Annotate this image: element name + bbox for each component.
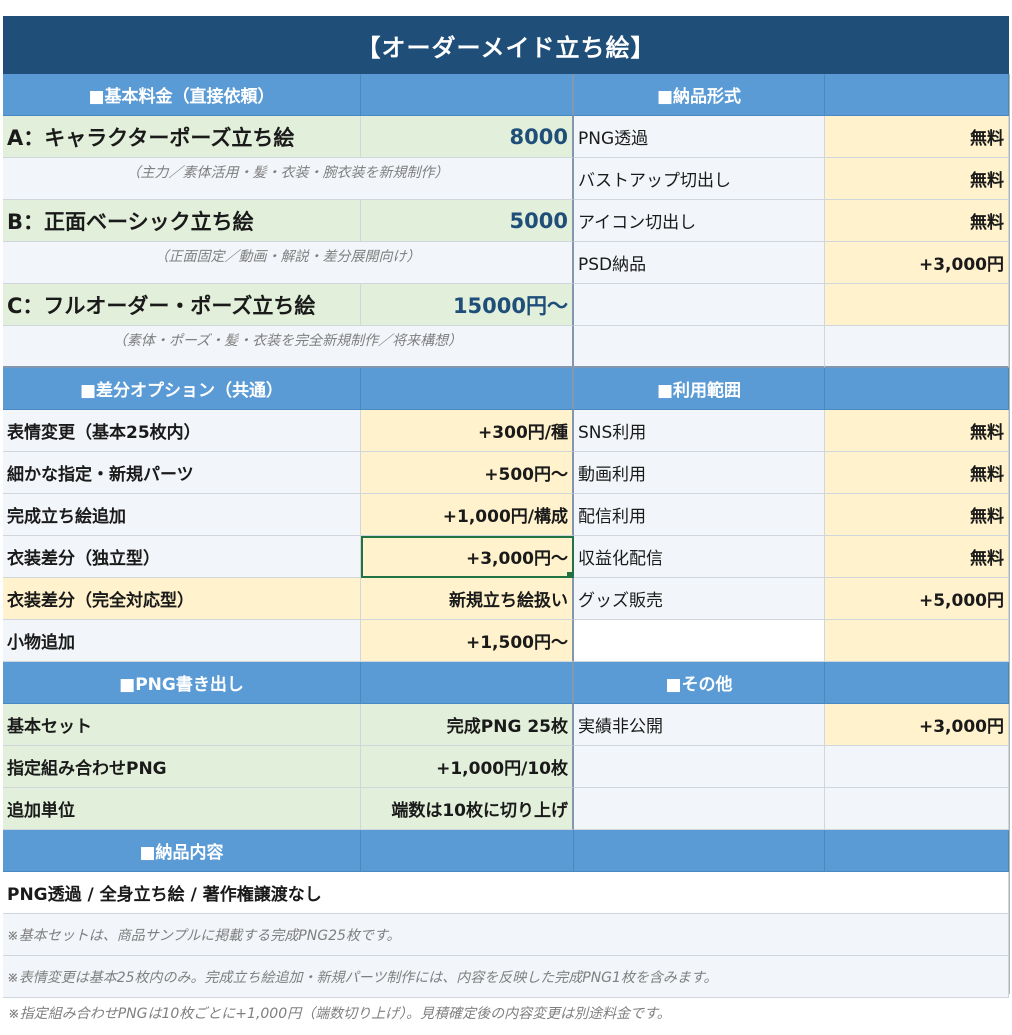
other-item-price[interactable]: +3,000円 <box>825 704 1009 746</box>
diff-item-label[interactable]: 完成立ち絵追加 <box>3 494 361 536</box>
cell[interactable] <box>574 284 825 326</box>
png-item-value[interactable]: 端数は10枚に切り上げ <box>361 788 574 830</box>
cell[interactable] <box>361 830 574 872</box>
delivery-item-price[interactable]: 無料 <box>825 158 1009 200</box>
cell[interactable] <box>574 746 825 788</box>
price-sheet: 【オーダーメイド立ち絵】 ■基本料金（直接依頼） ■納品形式 A：キャラクターポ… <box>3 16 1009 998</box>
cell[interactable] <box>574 326 825 368</box>
contents-header[interactable]: ■納品内容 <box>3 830 361 872</box>
basic-item-c-note[interactable]: （素体・ポーズ・髪・衣装を完全新規制作／将来構想） <box>3 326 574 368</box>
delivery-item-label[interactable]: バストアップ切出し <box>574 158 825 200</box>
contents-note[interactable]: ※基本セットは、商品サンプルに掲載する完成PNG25枚です。 <box>3 914 1009 956</box>
usage-item-label[interactable]: 配信利用 <box>574 494 825 536</box>
usage-item-price[interactable]: +5,000円 <box>825 578 1009 620</box>
cell[interactable] <box>574 788 825 830</box>
diff-item-price[interactable]: +1,500円〜 <box>361 620 574 662</box>
diff-item-price[interactable]: +1,000円/構成 <box>361 494 574 536</box>
delivery-item-label[interactable]: アイコン切出し <box>574 200 825 242</box>
diff-header[interactable]: ■差分オプション（共通） <box>3 368 361 410</box>
cell[interactable] <box>825 284 1009 326</box>
cell[interactable] <box>825 830 1009 872</box>
png-item-value[interactable]: 完成PNG 25枚 <box>361 704 574 746</box>
price-grid: ■基本料金（直接依頼） ■納品形式 A：キャラクターポーズ立ち絵 8000 PN… <box>3 74 1009 998</box>
png-item-label[interactable]: 基本セット <box>3 704 361 746</box>
basic-header[interactable]: ■基本料金（直接依頼） <box>3 74 361 116</box>
footer-note: ※指定組み合わせPNGは10枚ごとに+1,000円（端数切り上げ）。見積確定後の… <box>8 1006 671 1022</box>
diff-item-label[interactable]: 表情変更（基本25枚内） <box>3 410 361 452</box>
png-item-label[interactable]: 追加単位 <box>3 788 361 830</box>
other-header[interactable]: ■その他 <box>574 662 825 704</box>
png-item-label[interactable]: 指定組み合わせPNG <box>3 746 361 788</box>
diff-item-price[interactable]: +300円/種 <box>361 410 574 452</box>
cell[interactable] <box>574 830 825 872</box>
diff-item-price-selected[interactable]: +3,000円〜 <box>361 536 574 578</box>
png-header[interactable]: ■PNG書き出し <box>3 662 361 704</box>
other-item-label[interactable]: 実績非公開 <box>574 704 825 746</box>
diff-item-label[interactable]: 小物追加 <box>3 620 361 662</box>
usage-item-price[interactable]: 無料 <box>825 494 1009 536</box>
basic-item-c-price[interactable]: 15000円〜 <box>361 284 574 326</box>
cell[interactable] <box>825 74 1009 116</box>
usage-item-price[interactable]: 無料 <box>825 536 1009 578</box>
cell[interactable] <box>825 326 1009 368</box>
basic-item-b-note[interactable]: （正面固定／動画・解説・差分展開向け） <box>3 242 574 284</box>
contents-main[interactable]: PNG透過 / 全身立ち絵 / 著作権譲渡なし <box>3 872 1009 914</box>
cell[interactable] <box>361 368 574 410</box>
basic-item-b-label[interactable]: B：正面ベーシック立ち絵 <box>3 200 361 242</box>
basic-item-a-note[interactable]: （主力／素体活用・髪・衣装・腕衣装を新規制作） <box>3 158 574 200</box>
sheet-title[interactable]: 【オーダーメイド立ち絵】 <box>3 16 1009 74</box>
diff-item-price[interactable]: +500円〜 <box>361 452 574 494</box>
diff-item-label[interactable]: 衣装差分（完全対応型） <box>3 578 361 620</box>
usage-header[interactable]: ■利用範囲 <box>574 368 825 410</box>
delivery-item-price[interactable]: +3,000円 <box>825 242 1009 284</box>
cell[interactable] <box>825 620 1009 662</box>
sheet-shadow <box>1009 74 1010 994</box>
delivery-item-label[interactable]: PSD納品 <box>574 242 825 284</box>
basic-item-c-label[interactable]: C：フルオーダー・ポーズ立ち絵 <box>3 284 361 326</box>
delivery-item-price[interactable]: 無料 <box>825 116 1009 158</box>
cell[interactable] <box>825 788 1009 830</box>
delivery-item-label[interactable]: PNG透過 <box>574 116 825 158</box>
diff-item-label[interactable]: 衣装差分（独立型） <box>3 536 361 578</box>
cell[interactable] <box>825 662 1009 704</box>
usage-item-price[interactable]: 無料 <box>825 410 1009 452</box>
usage-item-label[interactable]: 動画利用 <box>574 452 825 494</box>
cell[interactable] <box>574 620 825 662</box>
basic-item-b-price[interactable]: 5000 <box>361 200 574 242</box>
cell[interactable] <box>361 74 574 116</box>
usage-item-label[interactable]: 収益化配信 <box>574 536 825 578</box>
diff-item-price[interactable]: 新規立ち絵扱い <box>361 578 574 620</box>
usage-item-label[interactable]: グッズ販売 <box>574 578 825 620</box>
png-item-value[interactable]: +1,000円/10枚 <box>361 746 574 788</box>
basic-item-a-price[interactable]: 8000 <box>361 116 574 158</box>
cell[interactable] <box>361 662 574 704</box>
delivery-item-price[interactable]: 無料 <box>825 200 1009 242</box>
usage-item-price[interactable]: 無料 <box>825 452 1009 494</box>
cell[interactable] <box>825 746 1009 788</box>
basic-item-a-label[interactable]: A：キャラクターポーズ立ち絵 <box>3 116 361 158</box>
diff-item-label[interactable]: 細かな指定・新規パーツ <box>3 452 361 494</box>
delivery-format-header[interactable]: ■納品形式 <box>574 74 825 116</box>
contents-note[interactable]: ※表情変更は基本25枚内のみ。完成立ち絵追加・新規パーツ制作には、内容を反映した… <box>3 956 1009 998</box>
cell[interactable] <box>825 368 1009 410</box>
usage-item-label[interactable]: SNS利用 <box>574 410 825 452</box>
